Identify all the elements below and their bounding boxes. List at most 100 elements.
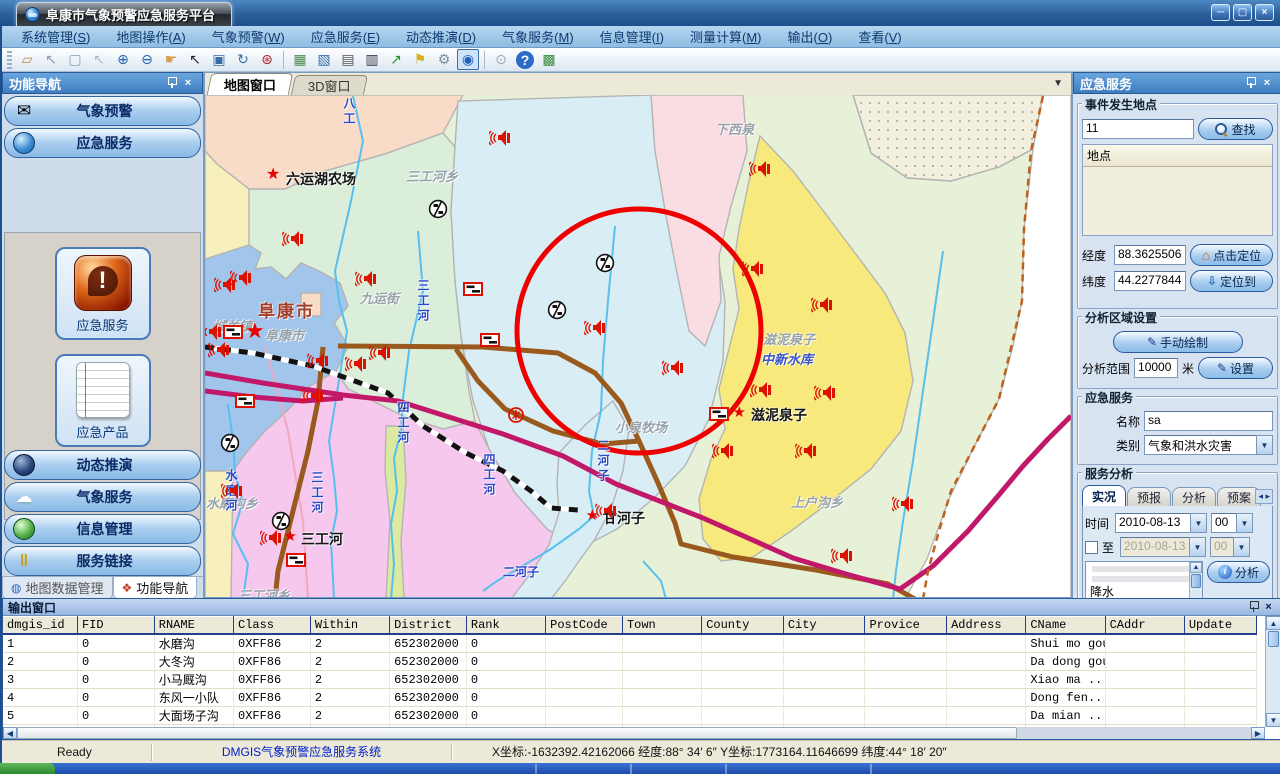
nav-group-应急服务[interactable]: 应急服务 bbox=[4, 128, 201, 158]
measure-icon[interactable]: ▱ bbox=[16, 49, 38, 70]
service-type-combo[interactable]: 气象和洪水灾害 ▼ bbox=[1144, 435, 1273, 455]
menu-动态推演[interactable]: 动态推演(D) bbox=[393, 25, 489, 48]
scroll-left-icon[interactable]: ◀ bbox=[3, 727, 17, 739]
plot-icon[interactable]: ▥ bbox=[361, 49, 383, 70]
select-rect-icon[interactable]: ▢ bbox=[64, 49, 86, 70]
close-icon[interactable]: × bbox=[180, 76, 196, 91]
pin-icon[interactable] bbox=[1246, 600, 1261, 615]
column-header-Update[interactable]: Update bbox=[1184, 617, 1256, 635]
nav-group-气象预警[interactable]: ✉气象预警 bbox=[4, 96, 201, 126]
bottom-tab-功能导航[interactable]: ❖功能导航 bbox=[113, 577, 198, 599]
output-horizontal-scrollbar[interactable]: ◀ ▶ bbox=[3, 727, 1265, 739]
analysis-tab-分析[interactable]: 分析 bbox=[1172, 487, 1216, 506]
tool-应急产品[interactable]: 应急产品 bbox=[55, 354, 151, 447]
settings-gear-icon[interactable]: ⚙ bbox=[433, 49, 455, 70]
export-map-icon[interactable]: ▧ bbox=[313, 49, 335, 70]
click-locate-button[interactable]: ⌂ 点击定位 bbox=[1190, 244, 1273, 266]
tool-应急服务[interactable]: 应急服务 bbox=[55, 247, 151, 340]
eye-icon[interactable]: ⊙ bbox=[490, 49, 512, 70]
column-header-City[interactable]: City bbox=[783, 617, 865, 635]
pin-icon[interactable] bbox=[164, 76, 180, 91]
location-list[interactable]: 地点 bbox=[1082, 144, 1273, 236]
pin-icon[interactable] bbox=[1243, 76, 1259, 91]
analyze-button[interactable]: i 分析 bbox=[1207, 561, 1270, 583]
manual-draw-button[interactable]: ✎ 手动绘制 bbox=[1113, 331, 1243, 353]
nav-group-气象服务[interactable]: ☁气象服务 bbox=[4, 482, 201, 512]
analysis-tab-预案[interactable]: 预案 bbox=[1217, 487, 1261, 506]
menu-地图操作[interactable]: 地图操作(A) bbox=[103, 25, 198, 48]
chevron-down-icon[interactable]: ▼ bbox=[1256, 435, 1273, 455]
column-header-dmgis_id[interactable]: dmgis_id bbox=[3, 617, 77, 635]
select-cursor-icon[interactable]: ↖ bbox=[40, 49, 62, 70]
scroll-right-icon[interactable]: ▶ bbox=[1251, 727, 1265, 739]
bottom-tab-地图数据管理[interactable]: ◍地图数据管理 bbox=[2, 577, 113, 599]
table-row[interactable]: 40东风一小队0XFF8626523020000Dong fen... bbox=[3, 689, 1257, 707]
close-icon[interactable]: × bbox=[1259, 76, 1275, 91]
set-range-button[interactable]: ✎ 设置 bbox=[1198, 357, 1273, 379]
date-combo[interactable]: 2010-08-13 ▼ bbox=[1115, 513, 1207, 533]
pan-hand-icon[interactable]: ☛ bbox=[160, 49, 182, 70]
column-header-Class[interactable]: Class bbox=[234, 617, 311, 635]
goto-location-button[interactable]: ⇩ 定位到 bbox=[1190, 270, 1273, 292]
column-header-District[interactable]: District bbox=[390, 617, 467, 635]
column-header-Address[interactable]: Address bbox=[947, 617, 1026, 635]
location-keyword-input[interactable]: 11 bbox=[1082, 119, 1194, 139]
longitude-input[interactable]: 88.3625506 bbox=[1114, 245, 1186, 265]
nav-group-服务链接[interactable]: ‖服务链接 bbox=[4, 546, 201, 576]
scrollbar-thumb[interactable] bbox=[17, 727, 1017, 739]
column-header-CName[interactable]: CName bbox=[1026, 617, 1105, 635]
column-header-PostCode[interactable]: PostCode bbox=[546, 617, 623, 635]
place-marker-icon[interactable]: ⚑ bbox=[409, 49, 431, 70]
zoom-out-icon[interactable]: ⊖ bbox=[136, 49, 158, 70]
nav-group-信息管理[interactable]: 信息管理 bbox=[4, 514, 201, 544]
menu-信息管理[interactable]: 信息管理(I) bbox=[587, 25, 677, 48]
table-row[interactable]: 30小马厩沟0XFF8626523020000Xiao ma ... bbox=[3, 671, 1257, 689]
chevron-down-icon[interactable]: ▼ bbox=[1190, 513, 1207, 533]
chevron-down-icon[interactable]: ▼ bbox=[1236, 513, 1253, 533]
map-canvas[interactable]: 六运湖农场三工河乡下西泉九运街阜康市阜康市城关镇滋泥泉子中新水库滋泥泉子小泉牧场… bbox=[205, 95, 1071, 597]
minimize-button[interactable]: ─ bbox=[1211, 4, 1230, 21]
zoom-in-icon[interactable]: ⊕ bbox=[112, 49, 134, 70]
nav-group-动态推演[interactable]: 动态推演 bbox=[4, 450, 201, 480]
analysis-tab-预报[interactable]: 预报 bbox=[1127, 487, 1171, 506]
table-row[interactable]: 50大面场子沟0XFF8626523020000Da mian ... bbox=[3, 707, 1257, 725]
analysis-tab-实况[interactable]: 实况 bbox=[1082, 485, 1126, 506]
column-header-Provice[interactable]: Provice bbox=[865, 617, 947, 635]
tab-scroll-icons[interactable]: ◂ ▸ bbox=[1255, 489, 1273, 504]
close-button[interactable]: × bbox=[1255, 4, 1274, 21]
column-header-Within[interactable]: Within bbox=[310, 617, 389, 635]
table-row[interactable]: 10水磨沟0XFF8626523020000Shui mo gou bbox=[3, 634, 1257, 653]
table-row[interactable]: 20大冬沟0XFF8626523020000Da dong gou bbox=[3, 653, 1257, 671]
scroll-down-icon[interactable]: ▼ bbox=[1266, 713, 1280, 727]
deselect-icon[interactable]: ↖ bbox=[88, 49, 110, 70]
overview-icon[interactable]: ▩ bbox=[538, 49, 560, 70]
column-header-Rank[interactable]: Rank bbox=[466, 617, 545, 635]
element-list-item[interactable]: 降水 bbox=[1086, 585, 1202, 599]
print-icon[interactable]: ▤ bbox=[337, 49, 359, 70]
hour-combo[interactable]: 00 ▼ bbox=[1211, 513, 1253, 533]
range-input[interactable]: 10000 bbox=[1134, 358, 1178, 378]
latitude-input[interactable]: 44.2277844 bbox=[1114, 271, 1186, 291]
pointer-icon[interactable]: ↖ bbox=[184, 49, 206, 70]
menu-气象服务[interactable]: 气象服务(M) bbox=[489, 25, 587, 48]
search-button[interactable]: 查找 bbox=[1198, 118, 1273, 140]
help-icon[interactable]: ? bbox=[516, 51, 534, 69]
full-extent-icon[interactable]: ▣ bbox=[208, 49, 230, 70]
column-header-County[interactable]: County bbox=[702, 617, 784, 635]
menu-测量计算[interactable]: 测量计算(M) bbox=[677, 25, 775, 48]
green-pointer-icon[interactable]: ↗ bbox=[385, 49, 407, 70]
globe-service-icon[interactable]: ◉ bbox=[457, 49, 479, 70]
menu-气象预警[interactable]: 气象预警(W) bbox=[199, 25, 298, 48]
map-tab-地图窗口[interactable]: 地图窗口 bbox=[207, 73, 294, 95]
close-icon[interactable]: × bbox=[1261, 601, 1276, 613]
column-header-FID[interactable]: FID bbox=[77, 617, 154, 635]
scrollbar-thumb[interactable] bbox=[1268, 631, 1279, 647]
to-checkbox[interactable] bbox=[1085, 541, 1098, 554]
start-button-fragment[interactable] bbox=[0, 763, 55, 774]
column-header-RNAME[interactable]: RNAME bbox=[154, 617, 233, 635]
scroll-up-icon[interactable]: ▲ bbox=[1190, 562, 1202, 573]
menu-应急服务[interactable]: 应急服务(E) bbox=[298, 25, 393, 48]
scroll-up-icon[interactable]: ▲ bbox=[1266, 616, 1280, 630]
tab-list-dropdown-icon[interactable]: ▼ bbox=[1053, 78, 1063, 89]
map-tab-3D窗口[interactable]: 3D窗口 bbox=[291, 75, 368, 95]
